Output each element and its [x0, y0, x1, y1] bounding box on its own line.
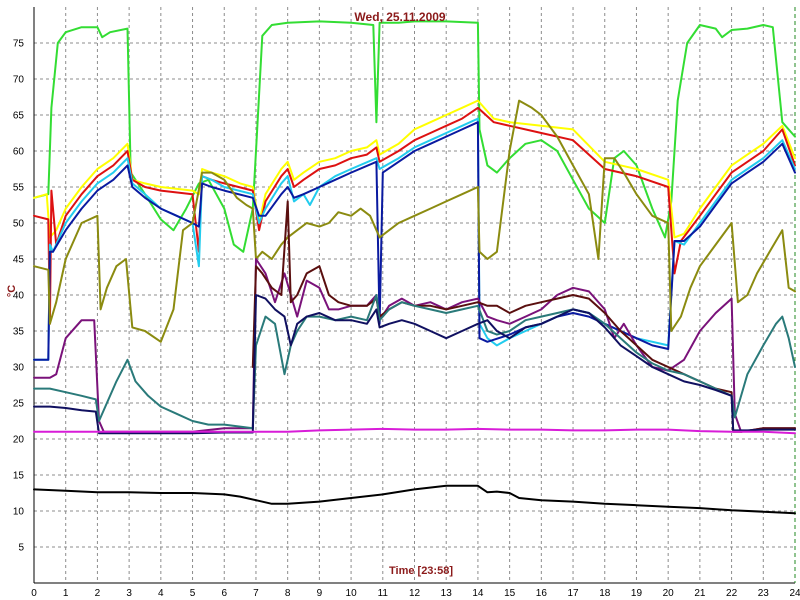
x-tick-label: 12	[409, 588, 421, 599]
x-axis-label: Time [23:58]	[389, 565, 453, 577]
x-tick-label: 24	[789, 588, 800, 599]
x-tick-label: 16	[536, 588, 548, 599]
x-tick-label: 10	[346, 588, 358, 599]
x-tick-label: 4	[158, 588, 164, 599]
x-tick-label: 7	[253, 588, 259, 599]
y-tick-label: 50	[13, 219, 25, 230]
y-tick-label: 5	[18, 543, 24, 554]
x-tick-label: 23	[758, 588, 770, 599]
y-tick-label: 25	[13, 399, 25, 410]
y-tick-label: 55	[13, 183, 25, 194]
y-tick-label: 70	[13, 75, 25, 86]
y-axis-label: °C	[6, 285, 18, 297]
x-tick-label: 15	[504, 588, 516, 599]
chart-canvas: 0 1 2 3 4 5 6 7 8 9 10 11 12 13 14 15 16 17 18 19 20 21 22 23 24…	[0, 0, 800, 600]
x-tick-label: 21	[694, 588, 706, 599]
x-tick-label: 6	[221, 588, 227, 599]
x-tick-label: 5	[190, 588, 196, 599]
x-tick-label: 20	[663, 588, 675, 599]
x-tick-label: 17	[567, 588, 579, 599]
x-tick-label: 2	[95, 588, 101, 599]
x-tick-label: 18	[599, 588, 611, 599]
x-tick-label: 8	[285, 588, 291, 599]
y-tick-label: 20	[13, 435, 25, 446]
chart-title: Wed, 25.11.2009	[354, 10, 446, 24]
x-tick-label: 19	[631, 588, 643, 599]
y-tick-label: 60	[13, 147, 25, 158]
x-tick-label: 9	[317, 588, 323, 599]
x-tick-label: 22	[726, 588, 738, 599]
x-tick-label: 13	[441, 588, 453, 599]
x-tick-label: 11	[378, 588, 389, 599]
y-tick-label: 35	[13, 327, 25, 338]
y-tick-label: 65	[13, 111, 25, 122]
y-tick-label: 45	[13, 255, 25, 266]
y-tick-label: 10	[13, 507, 25, 518]
x-tick-label: 3	[126, 588, 132, 599]
y-tick-label: 30	[13, 363, 25, 374]
x-tick-label: 14	[472, 588, 484, 599]
x-tick-label: 1	[63, 588, 69, 599]
y-tick-label: 75	[13, 39, 25, 50]
x-tick-label: 0	[31, 588, 37, 599]
y-tick-label: 15	[13, 471, 25, 482]
